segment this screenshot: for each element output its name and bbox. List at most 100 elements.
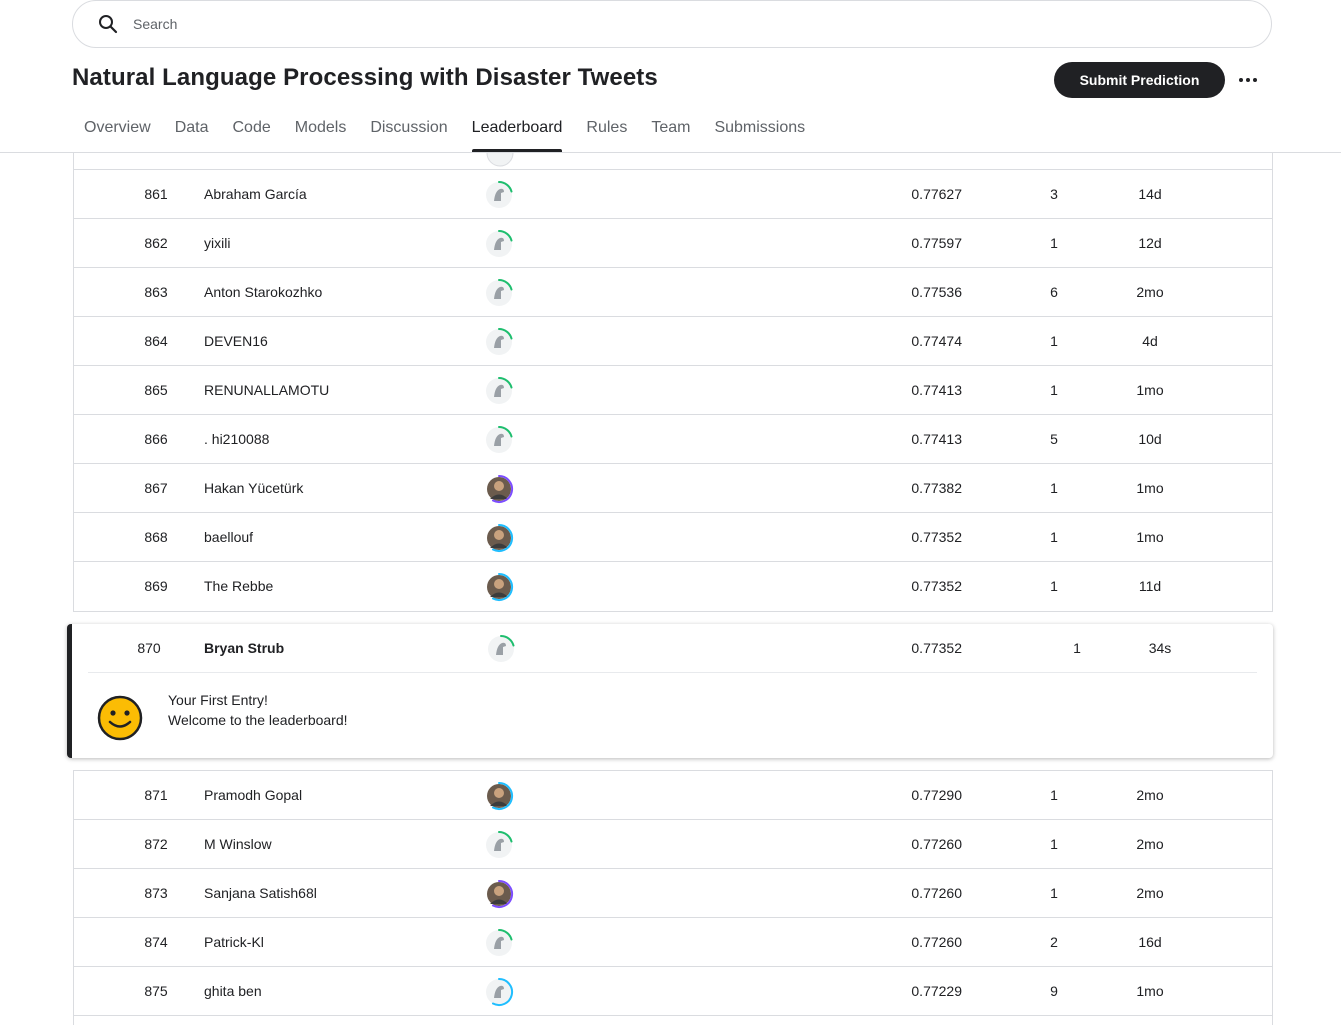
page-title: Natural Language Processing with Disaste… [72,64,658,91]
submit-prediction-button[interactable]: Submit Prediction [1054,62,1225,98]
team-name[interactable]: baellouf [204,513,253,561]
team-name[interactable]: M Winslow [204,820,272,868]
score: 0.77382 [911,480,962,496]
entries: 1 [1050,885,1058,901]
last-submission: 1mo [1136,382,1164,398]
team-name[interactable]: The Rebbe [204,562,273,610]
table-row[interactable]: 866 . hi210088 0.77413 5 10d [74,415,1272,464]
rank: 865 [144,382,168,398]
rank: 872 [144,836,168,852]
first-entry-message: Your First Entry! Welcome to the leaderb… [168,690,348,730]
score: 0.77229 [911,983,962,999]
rank: 862 [144,235,168,251]
entries: 2 [1050,934,1058,950]
avatar[interactable] [485,633,517,665]
avatar[interactable] [483,571,515,603]
table-row[interactable]: 875 ghita ben 0.77229 9 1mo [74,967,1272,1016]
tab-discussion[interactable]: Discussion [358,110,459,152]
table-row-current-user[interactable]: 870 Bryan Strub 0.77352 1 34s [72,624,1273,672]
rank: 869 [144,578,168,594]
rank: 874 [144,934,168,950]
last-submission: 34s [1148,640,1172,656]
avatar[interactable] [483,522,515,554]
tab-team[interactable]: Team [639,110,702,152]
last-submission: 2mo [1136,885,1164,901]
last-submission: 1mo [1136,983,1164,999]
avatar[interactable] [483,878,515,910]
avatar[interactable] [483,473,515,505]
team-name[interactable]: DEVEN16 [204,317,268,365]
team-name[interactable]: Sanjana Satish68l [204,869,317,917]
rank: 870 [137,640,161,656]
entries: 1 [1050,529,1058,545]
table-row[interactable]: 871 Pramodh Gopal 0.77290 1 2mo [74,771,1272,820]
leaderboard-table: 871 Pramodh Gopal 0.77290 1 2mo 872 M Winslow 0… [73,770,1273,1025]
tab-bar: Overview Data Code Models Discussion Lea… [72,110,817,152]
tab-overview[interactable]: Overview [72,110,163,152]
avatar[interactable] [483,780,515,812]
entries: 1 [1050,578,1058,594]
score: 0.77627 [911,186,962,202]
avatar[interactable] [483,424,515,456]
tab-rules[interactable]: Rules [574,110,639,152]
team-name[interactable]: Patrick-Kl [204,918,264,966]
table-row[interactable]: 864 DEVEN16 0.77474 1 4d [74,317,1272,366]
avatar[interactable] [483,976,515,1008]
tab-leaderboard[interactable]: Leaderboard [460,110,575,152]
last-submission: 10d [1138,431,1162,447]
table-row[interactable]: 868 baellouf 0.77352 1 1mo [74,513,1272,562]
avatar[interactable] [483,927,515,959]
message-title: Your First Entry! [168,692,268,708]
team-name[interactable]: Anton Starokozhko [204,268,322,316]
entries: 3 [1050,186,1058,202]
entries: 1 [1050,333,1058,349]
entries: 5 [1050,431,1058,447]
score: 0.77352 [911,640,962,656]
table-row[interactable]: 861 Abraham García 0.77627 3 14d [74,170,1272,219]
table-row[interactable]: 869 The Rebbe 0.77352 1 11d [74,562,1272,611]
score: 0.77260 [911,885,962,901]
last-submission: 2mo [1136,284,1164,300]
table-row[interactable]: 865 RENUNALLAMOTU 0.77413 1 1mo [74,366,1272,415]
leaderboard-table: 861 Abraham García 0.77627 3 14d 862 yixili 0.7… [73,153,1273,612]
table-row[interactable]: 874 Patrick-Kl 0.77260 2 16d [74,918,1272,967]
table-row[interactable]: 872 M Winslow 0.77260 1 2mo [74,820,1272,869]
avatar[interactable] [483,179,515,211]
tab-data[interactable]: Data [163,110,221,152]
rank: 867 [144,480,168,496]
avatar[interactable] [483,829,515,861]
team-name[interactable]: Pramodh Gopal [204,771,302,819]
avatar[interactable] [483,326,515,358]
search-bar[interactable] [72,0,1272,48]
team-name[interactable]: Bryan Strub [204,624,284,672]
score: 0.77413 [911,382,962,398]
more-options-icon[interactable] [1234,66,1262,94]
last-submission: 12d [1138,235,1162,251]
team-name[interactable]: yixili [204,219,230,267]
table-row[interactable]: 863 Anton Starokozhko 0.77536 6 2mo [74,268,1272,317]
tab-code[interactable]: Code [220,110,282,152]
entries: 1 [1073,640,1081,656]
table-row[interactable]: 867 Hakan Yücetürk 0.77382 1 1mo [74,464,1272,513]
rank: 871 [144,787,168,803]
entries: 1 [1050,382,1058,398]
last-submission: 1mo [1136,480,1164,496]
team-name[interactable]: RENUNALLAMOTU [204,366,329,414]
last-submission: 2mo [1136,836,1164,852]
rank: 868 [144,529,168,545]
tab-submissions[interactable]: Submissions [702,110,817,152]
table-row[interactable]: 873 Sanjana Satish68l 0.77260 1 2mo [74,869,1272,918]
tab-models[interactable]: Models [283,110,359,152]
entries: 6 [1050,284,1058,300]
team-name[interactable]: Abraham García [204,170,307,218]
entries: 1 [1050,480,1058,496]
team-name[interactable]: Hakan Yücetürk [204,464,303,512]
search-input[interactable] [133,16,1271,32]
table-row[interactable]: 862 yixili 0.77597 1 12d [74,219,1272,268]
team-name[interactable]: . hi210088 [204,415,269,463]
avatar[interactable] [483,375,515,407]
team-name[interactable]: ghita ben [204,967,262,1015]
avatar[interactable] [483,228,515,260]
last-submission: 14d [1138,186,1162,202]
avatar[interactable] [483,277,515,309]
